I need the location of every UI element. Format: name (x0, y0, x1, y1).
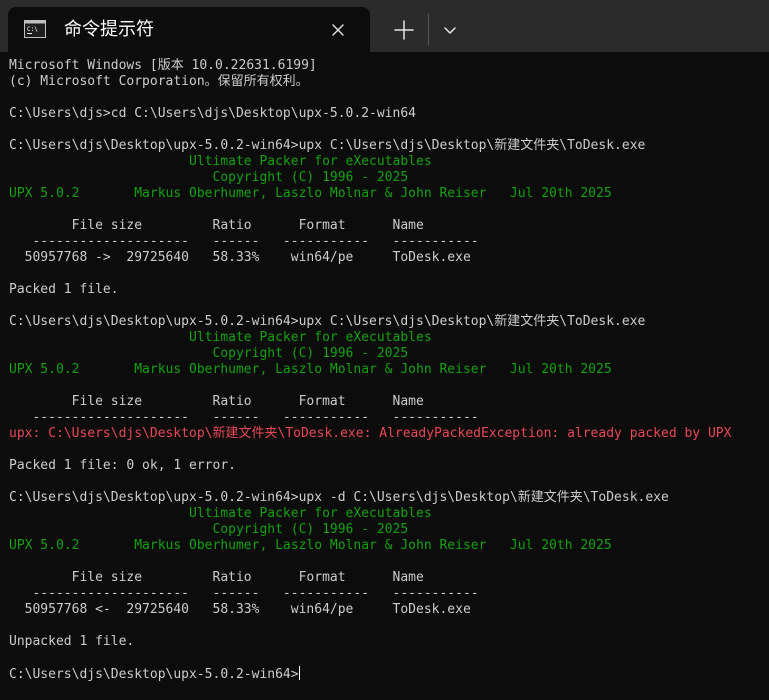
terminal-line: C:\Users\djs\Desktop\upx-5.0.2-win64>upx… (9, 490, 669, 505)
terminal-line: -------------------- ------ ----------- … (9, 586, 479, 601)
terminal-prompt-line[interactable]: C:\Users\djs\Desktop\upx-5.0.2-win64> (9, 666, 769, 682)
cmd-icon: C:\ (24, 20, 46, 38)
terminal-line: Copyright (C) 1996 - 2025 (9, 522, 409, 537)
terminal-line: (c) Microsoft Corporation。保留所有权利。 (9, 74, 309, 89)
terminal-line: File size Ratio Format Name (9, 570, 424, 585)
terminal-line: File size Ratio Format Name (9, 394, 424, 409)
terminal-line: Copyright (C) 1996 - 2025 (9, 170, 409, 185)
command-prompt: C:\Users\djs\Desktop\upx-5.0.2-win64> (9, 667, 299, 682)
terminal-line: Ultimate Packer for eXecutables (9, 506, 432, 521)
terminal-line: C:\Users\djs\Desktop\upx-5.0.2-win64>upx… (9, 314, 646, 329)
terminal-line: 50957768 -> 29725640 58.33% win64/pe ToD… (9, 250, 471, 265)
terminal-line: UPX 5.0.2 Markus Oberhumer, Laszlo Molna… (9, 362, 612, 377)
terminal-line: Packed 1 file: 0 ok, 1 error. (9, 458, 236, 473)
terminal-line: C:\Users\djs>cd C:\Users\djs\Desktop\upx… (9, 106, 416, 121)
terminal-line: upx: C:\Users\djs\Desktop\新建文件夹\ToDesk.e… (9, 426, 732, 441)
terminal-window: C:\ 命令提示符 Microsoft Windows [版本 10.0.226… (0, 0, 769, 700)
title-bar: C:\ 命令提示符 (0, 0, 769, 52)
titlebar-divider (428, 14, 429, 46)
tab-command-prompt[interactable]: C:\ 命令提示符 (8, 7, 370, 52)
terminal-line: Unpacked 1 file. (9, 634, 135, 649)
terminal-line: Packed 1 file. (9, 282, 119, 297)
tab-title: 命令提示符 (64, 19, 154, 40)
terminal-line: Microsoft Windows [版本 10.0.22631.6199] (9, 58, 317, 73)
terminal-line: File size Ratio Format Name (9, 218, 424, 233)
terminal-line: -------------------- ------ ----------- … (9, 410, 479, 425)
terminal-line: Copyright (C) 1996 - 2025 (9, 346, 409, 361)
terminal-line: 50957768 <- 29725640 58.33% win64/pe ToD… (9, 602, 471, 617)
text-cursor (298, 666, 300, 680)
svg-text:C:\: C:\ (27, 26, 38, 33)
terminal-line: UPX 5.0.2 Markus Oberhumer, Laszlo Molna… (9, 538, 612, 553)
chevron-down-icon[interactable] (438, 18, 462, 42)
close-icon[interactable] (326, 18, 350, 42)
terminal-output[interactable]: Microsoft Windows [版本 10.0.22631.6199] (c… (0, 58, 769, 700)
terminal-line: UPX 5.0.2 Markus Oberhumer, Laszlo Molna… (9, 186, 612, 201)
new-tab-plus-icon[interactable] (390, 16, 418, 44)
terminal-line: C:\Users\djs\Desktop\upx-5.0.2-win64>upx… (9, 138, 646, 153)
terminal-line: Ultimate Packer for eXecutables (9, 330, 432, 345)
terminal-line: Ultimate Packer for eXecutables (9, 154, 432, 169)
terminal-line: -------------------- ------ ----------- … (9, 234, 479, 249)
